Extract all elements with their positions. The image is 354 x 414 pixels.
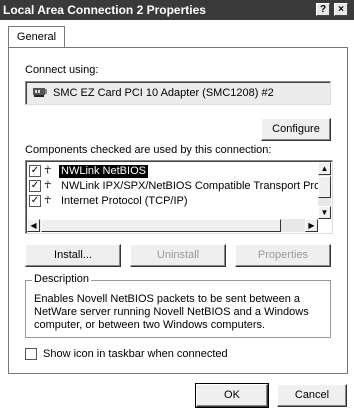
connect-using-label: Connect using: [25,64,99,76]
ok-button[interactable]: OK [195,383,269,408]
description-text: Enables Novell NetBIOS packets to be sen… [34,293,309,331]
properties-dialog: Local Area Connection 2 Properties ? × G… [0,0,354,414]
adapter-field: SMC EZ Card PCI 10 Adapter (SMC1208) #2 [25,81,331,105]
component-label: NWLink IPX/SPX/NetBIOS Compatible Transp… [61,180,330,192]
component-label: NWLink NetBIOS [59,165,148,178]
properties-button[interactable]: Properties [235,244,331,267]
configure-button[interactable]: Configure [261,118,331,141]
title-bar[interactable]: Local Area Connection 2 Properties ? × [0,0,354,20]
description-group: Description Enables Novell NetBIOS packe… [25,273,331,338]
horizontal-scroll-thumb[interactable] [41,219,281,232]
scroll-right-arrow-icon[interactable]: ▶ [305,219,318,232]
protocol-icon: ☥ [44,165,52,176]
component-checkbox[interactable]: ✓ [29,195,41,207]
description-title: Description [32,273,92,285]
taskbar-icon-checkbox[interactable] [25,348,37,360]
component-checkbox[interactable]: ✓ [29,180,41,192]
taskbar-option-label: Show icon in taskbar when connected [43,348,228,360]
help-button[interactable]: ? [316,3,330,16]
scroll-left-arrow-icon[interactable]: ◀ [27,219,40,232]
horizontal-scrollbar[interactable]: ◀ ▶ [27,219,318,232]
network-adapter-icon [32,86,48,101]
vertical-scrollbar[interactable]: ▲ ▼ [318,162,331,219]
taskbar-option[interactable]: Show icon in taskbar when connected [25,348,325,362]
components-list[interactable]: ✓ ☥ NWLink NetBIOS ✓ ☥ NWLink IPX/SPX/Ne… [25,160,333,234]
cancel-button[interactable]: Cancel [277,384,347,407]
adapter-name: SMC EZ Card PCI 10 Adapter (SMC1208) #2 [53,87,274,99]
scroll-down-arrow-icon[interactable]: ▼ [318,206,331,219]
tab-general[interactable]: General [8,26,65,48]
protocol-icon: ☥ [44,195,52,206]
general-tab-panel: Connect using: SMC EZ Card PCI 10 Adapte… [8,47,348,374]
component-label: Internet Protocol (TCP/IP) [61,195,188,207]
protocol-icon: ☥ [44,180,52,191]
window-title: Local Area Connection 2 Properties [3,3,206,17]
components-label: Components checked are used by this conn… [25,144,272,156]
install-button[interactable]: Install... [25,244,121,267]
uninstall-button[interactable]: Uninstall [130,244,226,267]
close-button[interactable]: × [334,3,348,16]
vertical-scroll-thumb[interactable] [318,176,331,198]
scroll-up-arrow-icon[interactable]: ▲ [318,162,331,175]
component-checkbox[interactable]: ✓ [29,165,41,177]
